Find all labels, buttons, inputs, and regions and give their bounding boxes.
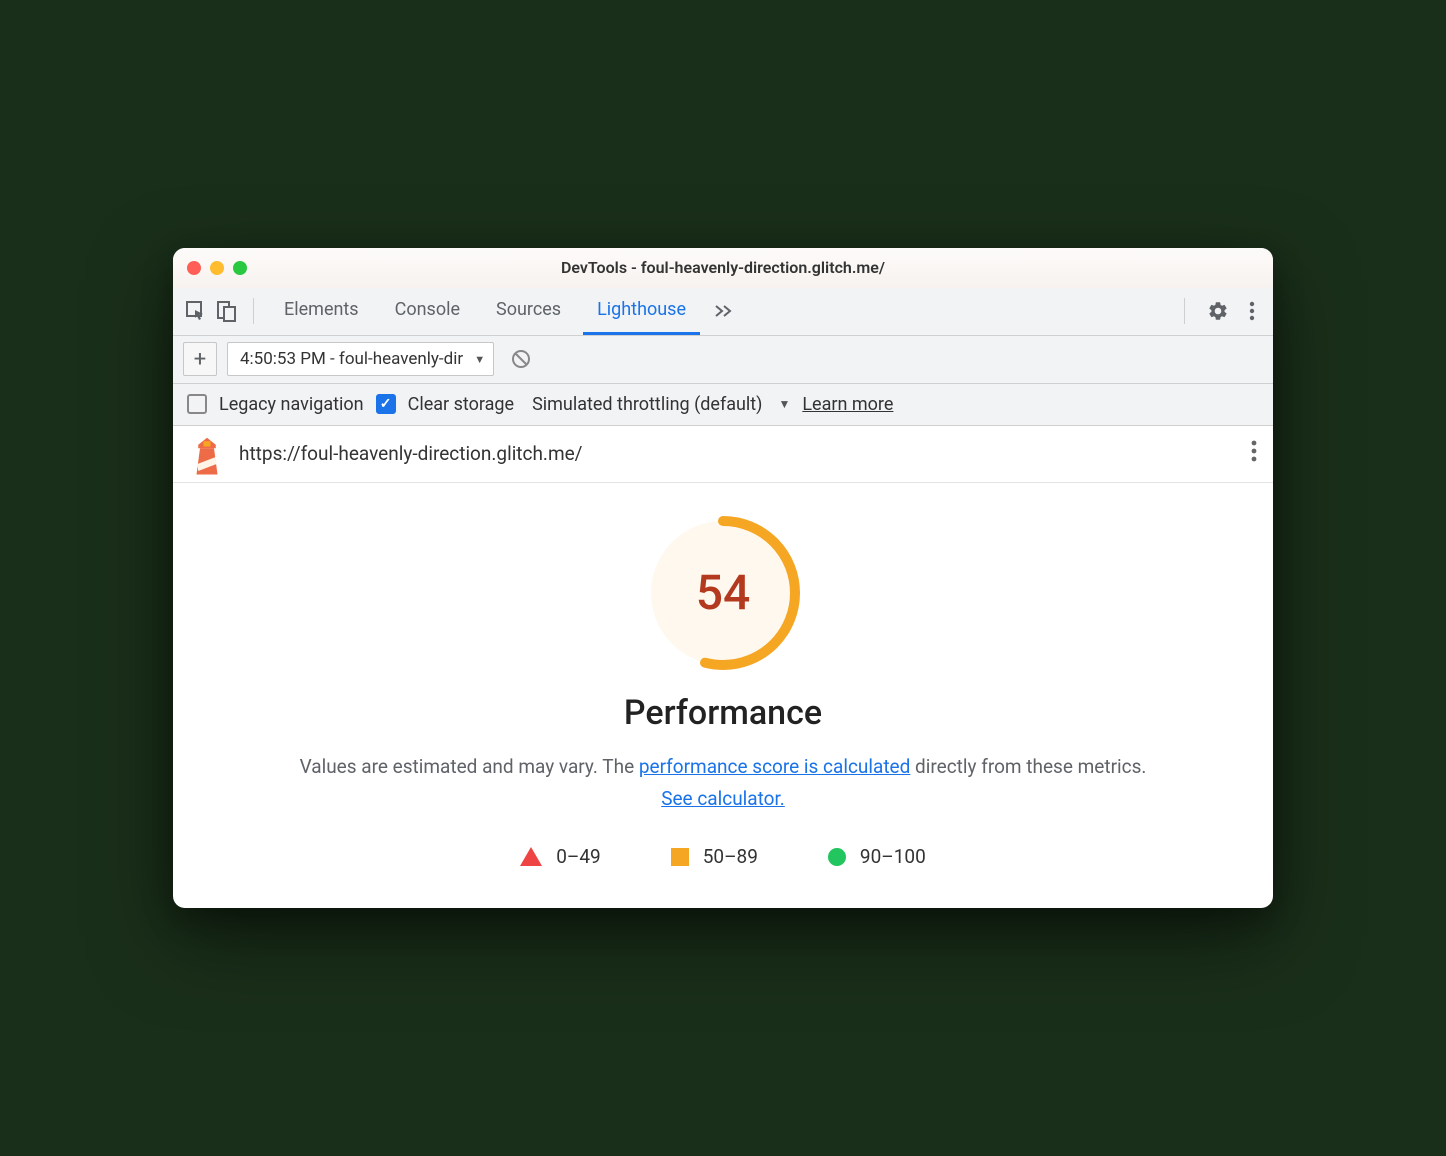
desc-text: Values are estimated and may vary. The — [300, 755, 639, 778]
window-title: DevTools - foul-heavenly-direction.glitc… — [173, 258, 1273, 277]
kebab-menu-button[interactable] — [1243, 295, 1261, 327]
report-url: https://foul-heavenly-direction.glitch.m… — [239, 442, 1237, 465]
lighthouse-options-bar: Legacy navigation Clear storage Simulate… — [173, 384, 1273, 426]
close-window-button[interactable] — [187, 261, 201, 275]
desc-text: directly from these metrics. — [910, 755, 1146, 778]
legend-average: 50–89 — [671, 845, 758, 868]
device-toggle-icon[interactable] — [215, 300, 237, 322]
report-select[interactable]: 4:50:53 PM - foul-heavenly-dir — [227, 342, 494, 376]
divider — [253, 298, 254, 324]
learn-more-link[interactable]: Learn more — [802, 394, 893, 415]
category-title: Performance — [213, 693, 1233, 733]
legend-average-label: 50–89 — [703, 845, 758, 868]
clear-storage-checkbox[interactable] — [376, 394, 396, 414]
circle-icon — [828, 848, 846, 866]
legacy-navigation-checkbox[interactable] — [187, 394, 207, 414]
legacy-navigation-label: Legacy navigation — [219, 394, 364, 415]
tab-console[interactable]: Console — [381, 287, 474, 335]
report-url-bar: https://foul-heavenly-direction.glitch.m… — [173, 426, 1273, 483]
minimize-window-button[interactable] — [210, 261, 224, 275]
score-area: 54 Performance Values are estimated and … — [173, 483, 1273, 909]
report-select-label: 4:50:53 PM - foul-heavenly-dir — [240, 349, 463, 369]
throttling-dropdown[interactable]: ▼ — [778, 397, 790, 411]
more-tabs-button[interactable] — [708, 298, 740, 324]
report-menu-button[interactable] — [1251, 440, 1257, 468]
tab-lighthouse[interactable]: Lighthouse — [583, 287, 700, 335]
performance-score-value: 54 — [643, 513, 803, 673]
inspect-element-icon[interactable] — [185, 300, 207, 322]
lighthouse-secondary-bar: + 4:50:53 PM - foul-heavenly-dir — [173, 336, 1273, 384]
zoom-window-button[interactable] — [233, 261, 247, 275]
throttling-label: Simulated throttling (default) — [532, 394, 762, 415]
devtools-toolbar: Elements Console Sources Lighthouse — [173, 288, 1273, 336]
settings-button[interactable] — [1201, 294, 1235, 328]
tab-sources[interactable]: Sources — [482, 287, 575, 335]
triangle-icon — [520, 847, 542, 866]
score-legend: 0–49 50–89 90–100 — [213, 845, 1233, 868]
lighthouse-logo-icon — [189, 436, 225, 472]
devtools-window: DevTools - foul-heavenly-direction.glitc… — [173, 248, 1273, 909]
tab-elements[interactable]: Elements — [270, 287, 373, 335]
traffic-lights — [187, 261, 247, 275]
performance-gauge: 54 — [643, 513, 803, 673]
new-report-button[interactable]: + — [183, 342, 217, 376]
legend-fail-label: 0–49 — [556, 845, 601, 868]
score-description: Values are estimated and may vary. The p… — [298, 751, 1148, 816]
clear-icon[interactable] — [504, 342, 538, 376]
legend-fail: 0–49 — [520, 845, 601, 868]
legend-pass: 90–100 — [828, 845, 926, 868]
square-icon — [671, 848, 689, 866]
see-calculator-link[interactable]: See calculator. — [661, 787, 785, 810]
divider — [1184, 298, 1185, 324]
clear-storage-label: Clear storage — [408, 394, 514, 415]
score-calc-link[interactable]: performance score is calculated — [639, 755, 910, 778]
titlebar: DevTools - foul-heavenly-direction.glitc… — [173, 248, 1273, 288]
legend-pass-label: 90–100 — [860, 845, 926, 868]
